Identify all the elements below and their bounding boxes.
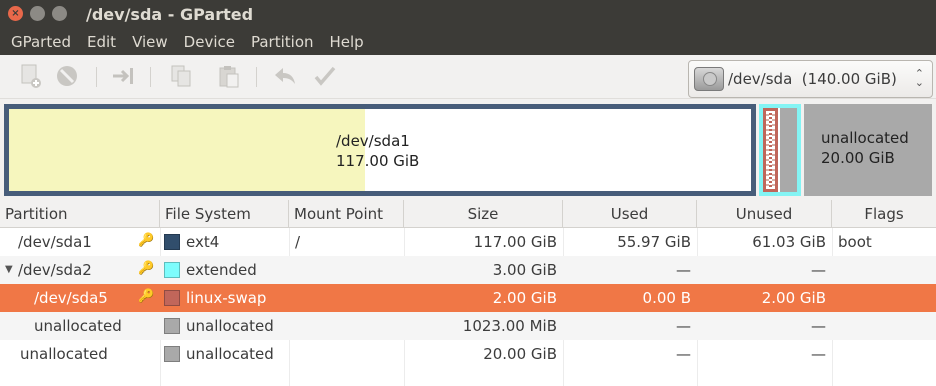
close-window-button[interactable]: × (8, 6, 23, 21)
collapse-arrow-icon[interactable]: ▼ (5, 264, 13, 275)
copy-icon[interactable] (168, 63, 194, 89)
key-icon: 🔑 (138, 289, 155, 304)
partition-name: /dev/sda1 (18, 233, 92, 251)
filesystem-color-swatch (164, 318, 180, 334)
hard-disk-icon (694, 67, 724, 91)
undo-icon[interactable] (272, 63, 298, 89)
toolbar-separator (150, 67, 151, 87)
filesystem-color-swatch (164, 346, 180, 362)
column-header-partition[interactable]: Partition (0, 200, 160, 228)
menu-partition[interactable]: Partition (243, 30, 322, 55)
menu-bar: GParted Edit View Device Partition Help (0, 30, 936, 55)
partition-unused: — (811, 261, 826, 279)
partition-name: /dev/sda5 (34, 289, 108, 307)
partition-used: — (676, 317, 691, 335)
partition-size: 3.00 GiB (492, 261, 557, 279)
filesystem-name: unallocated (186, 317, 274, 335)
partition-used: 55.97 GiB (617, 233, 691, 251)
column-header-unused[interactable]: Unused (697, 200, 832, 228)
maximize-window-button[interactable] (52, 6, 67, 21)
table-row[interactable]: ▼ /dev/sda2 🔑 extended 3.00 GiB — — (0, 256, 936, 284)
table-row[interactable]: unallocated unallocated 1023.00 MiB — — (0, 312, 936, 340)
filesystem-color-swatch (164, 262, 180, 278)
partition-flags: boot (838, 233, 872, 251)
up-down-arrows-icon: ⌃ ⌄ (914, 67, 924, 89)
partition-used: 0.00 B (642, 289, 691, 307)
table-row[interactable]: unallocated unallocated 20.00 GiB — — (0, 340, 936, 368)
column-header-filesystem[interactable]: File System (160, 200, 289, 228)
disk-map-partition-sda1[interactable]: /dev/sda1 117.00 GiB (4, 104, 756, 196)
resize-move-icon[interactable] (110, 63, 136, 89)
table-header: Partition File System Mount Point Size U… (0, 200, 936, 228)
partition-used: — (676, 261, 691, 279)
partition-unused: — (811, 317, 826, 335)
menu-edit[interactable]: Edit (79, 30, 124, 55)
filesystem-name: ext4 (186, 233, 220, 251)
device-selector[interactable]: /dev/sda (140.00 GiB) ⌃ ⌄ (688, 60, 933, 98)
disk-map: /dev/sda1 117.00 GiB unallocated 20.00 G… (4, 104, 932, 196)
partition-unused: 2.00 GiB (761, 289, 826, 307)
key-icon: 🔑 (138, 261, 155, 276)
apply-icon[interactable] (312, 63, 338, 89)
toolbar-separator (256, 67, 257, 87)
column-header-size[interactable]: Size (404, 200, 563, 228)
title-bar: × /dev/sda - GParted (0, 0, 936, 30)
partition-name: unallocated (34, 317, 122, 335)
disk-map-sda1-label: /dev/sda1 117.00 GiB (336, 132, 420, 170)
partition-size: 1023.00 MiB (462, 317, 557, 335)
column-header-used[interactable]: Used (563, 200, 697, 228)
menu-device[interactable]: Device (176, 30, 243, 55)
key-icon: 🔑 (138, 233, 155, 248)
filesystem-name: extended (186, 261, 257, 279)
partition-size: 20.00 GiB (483, 345, 557, 363)
partition-name: unallocated (20, 345, 108, 363)
menu-help[interactable]: Help (322, 30, 372, 55)
disk-map-unallocated-label: unallocated 20.00 GiB (821, 129, 909, 167)
partition-size: 2.00 GiB (492, 289, 557, 307)
filesystem-name: linux-swap (186, 289, 267, 307)
table-row[interactable]: /dev/sda1 🔑 ext4 / 117.00 GiB 55.97 GiB … (0, 228, 936, 256)
table-row-selected[interactable]: /dev/sda5 🔑 linux-swap 2.00 GiB 0.00 B 2… (0, 284, 936, 312)
partition-table: Partition File System Mount Point Size U… (0, 200, 936, 386)
mount-point: / (295, 233, 301, 251)
filesystem-color-swatch (164, 290, 180, 306)
delete-icon[interactable] (54, 63, 80, 89)
column-header-flags[interactable]: Flags (832, 200, 936, 228)
minimize-window-button[interactable] (30, 6, 45, 21)
column-header-mountpoint[interactable]: Mount Point (289, 200, 404, 228)
menu-view[interactable]: View (124, 30, 176, 55)
partition-unused: — (811, 345, 826, 363)
window-title: /dev/sda - GParted (86, 5, 254, 24)
partition-name: /dev/sda2 (18, 261, 92, 279)
new-partition-icon[interactable] (18, 63, 44, 89)
partition-size: 117.00 GiB (473, 233, 557, 251)
filesystem-name: unallocated (186, 345, 274, 363)
filesystem-color-swatch (164, 234, 180, 250)
disk-map-unallocated[interactable]: unallocated 20.00 GiB (804, 104, 932, 196)
disk-map-partition-sda5-swap[interactable] (763, 108, 778, 192)
partition-unused: 61.03 GiB (752, 233, 826, 251)
partition-used: — (676, 345, 691, 363)
toolbar-separator (96, 67, 97, 87)
paste-icon[interactable] (216, 63, 242, 89)
disk-map-used-fill (9, 109, 366, 191)
menu-gparted[interactable]: GParted (3, 30, 79, 55)
device-selector-label: /dev/sda (140.00 GiB) (728, 70, 897, 88)
disk-map-unallocated-small[interactable] (780, 108, 797, 192)
